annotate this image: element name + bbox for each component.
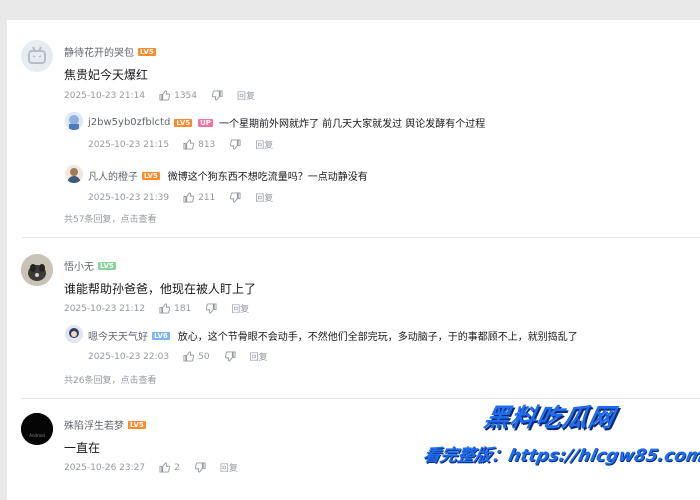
reply-text: 一个星期前外网就炸了 前几天大家就发过 舆论发酵有个过程 [218, 119, 486, 130]
thumbs-down-icon [212, 90, 223, 101]
thumbs-up-icon [183, 139, 195, 150]
thumbs-down-icon [206, 303, 217, 314]
avatar[interactable] [21, 40, 53, 72]
username-text[interactable]: 悟小无 [64, 258, 94, 273]
like-count: 211 [198, 192, 216, 203]
comment-meta: 2025-10-23 21:12 181 回复 [64, 302, 249, 315]
level-badge: LV5 [138, 47, 156, 56]
reply-time: 2025-10-23 22:03 [88, 351, 170, 362]
dislike-button[interactable] [230, 192, 241, 203]
divider [22, 237, 700, 238]
reply-username[interactable]: j2bw5yb0zfblctd LV5 UP 一个星期前外网就炸了 前几天大家就… [88, 115, 485, 130]
reply-button[interactable]: 回复 [255, 138, 273, 151]
level-badge: LV5 [98, 261, 116, 270]
avatar[interactable]: Android [21, 413, 53, 445]
watermark-url: 看完整版：https://hlcgw85.com [421, 446, 700, 466]
reply-meta: 2025-10-23 21:15 813 回复 [88, 138, 273, 151]
like-count: 813 [198, 139, 216, 150]
thumbs-down-icon [224, 351, 236, 362]
reply-username[interactable]: 凡人的橙子 LV5 微博这个狗东西不想吃流量吗？一点动静没有 [88, 168, 368, 183]
thumbs-up-icon [159, 462, 171, 473]
like-count: 50 [198, 351, 210, 362]
username-text[interactable]: 静待花开的哭包 [64, 44, 134, 59]
dislike-button[interactable] [212, 90, 223, 101]
level-badge: LV5 [174, 118, 193, 127]
watermark-title: 黑料吃瓜网 [481, 403, 618, 432]
thumbs-up-icon [159, 90, 171, 101]
anime-avatar-icon [65, 325, 83, 343]
reply-avatar[interactable] [65, 112, 83, 130]
level-badge: LV5 [128, 420, 146, 429]
dog-photo-avatar-icon [21, 254, 53, 286]
reply-button[interactable]: 回复 [220, 461, 238, 474]
like-button[interactable]: 813 [183, 139, 215, 150]
reply-time: 2025-10-23 21:15 [88, 139, 170, 150]
reply-button[interactable]: 回复 [255, 191, 273, 204]
comment-text: 一直在 [64, 441, 101, 455]
reply-button[interactable]: 回复 [231, 302, 249, 315]
reply-meta: 2025-10-23 21:39 211 回复 [88, 191, 273, 204]
like-count: 181 [174, 303, 192, 314]
comment-username[interactable]: 悟小无 LV5 [64, 258, 116, 273]
reply-text: 微博这个狗东西不想吃流量吗？一点动静没有 [167, 172, 368, 183]
like-button[interactable]: 50 [183, 351, 210, 362]
username-text[interactable]: j2bw5yb0zfblctd [88, 117, 170, 128]
up-badge: UP [198, 118, 213, 127]
like-button[interactable]: 2 [159, 462, 180, 473]
comment-text: 焦贵妃今天爆红 [64, 68, 149, 82]
comment-time: 2025-10-23 21:14 [64, 90, 146, 101]
comment-time: 2025-10-23 21:12 [64, 303, 146, 314]
comment-text: 谁能帮助孙爸爸，他现在被人盯上了 [64, 282, 257, 296]
comment-time: 2025-10-26 23:27 [64, 462, 146, 473]
svg-text:Android: Android [29, 433, 45, 438]
like-button[interactable]: 181 [159, 303, 191, 314]
level-badge: LV6 [152, 331, 170, 340]
reply-username[interactable]: 嗯今天天气好 LV6 放心，这个节骨眼不会动手，不然他们全部完玩，多动脑子，于的… [88, 328, 578, 343]
default-avatar-icon [28, 46, 46, 64]
view-more-replies-link[interactable]: 共26条回复，点击查看 [64, 373, 156, 386]
level-badge: LV5 [142, 171, 160, 180]
dislike-button[interactable] [206, 303, 217, 314]
reply-meta: 2025-10-23 22:03 50 回复 [88, 350, 268, 363]
reply-avatar[interactable] [65, 165, 83, 183]
reply-button[interactable]: 回复 [237, 89, 255, 102]
dislike-button[interactable] [194, 462, 206, 473]
thumbs-up-icon [183, 192, 195, 203]
like-button[interactable]: 211 [183, 192, 215, 203]
avatar[interactable] [21, 254, 53, 286]
view-more-replies-link[interactable]: 共57条回复，点击查看 [64, 212, 156, 225]
thumbs-down-icon [230, 192, 241, 203]
username-text[interactable]: 凡人的橙子 [88, 168, 138, 183]
anime-avatar-icon [65, 112, 83, 130]
comment-meta: 2025-10-23 21:14 1354 回复 [64, 89, 255, 102]
thumbs-down-icon [230, 139, 241, 150]
reply-button[interactable]: 回复 [250, 350, 268, 363]
dislike-button[interactable] [230, 139, 241, 150]
reply-time: 2025-10-23 21:39 [88, 192, 170, 203]
like-count: 1354 [174, 90, 198, 101]
thumbs-up-icon [159, 303, 171, 314]
illustration-avatar-icon [65, 165, 83, 183]
comment-meta: 2025-10-26 23:27 2 回复 [64, 461, 238, 474]
reply-text: 放心，这个节骨眼不会动手，不然他们全部完玩，多动脑子，于的事都顾不上，就别捣乱了 [177, 332, 578, 343]
username-text[interactable]: 殊陷浮生若梦 [64, 417, 124, 432]
android-avatar-icon: Android [21, 413, 53, 445]
reply-avatar[interactable] [65, 325, 83, 343]
dislike-button[interactable] [224, 351, 236, 362]
like-button[interactable]: 1354 [159, 90, 197, 101]
comment-username[interactable]: 静待花开的哭包 LV5 [64, 44, 156, 59]
username-text[interactable]: 嗯今天天气好 [88, 328, 148, 343]
thumbs-down-icon [194, 462, 206, 473]
comment-username[interactable]: 殊陷浮生若梦 LV5 [64, 417, 146, 432]
like-count: 2 [174, 462, 180, 473]
thumbs-up-icon [183, 351, 195, 362]
